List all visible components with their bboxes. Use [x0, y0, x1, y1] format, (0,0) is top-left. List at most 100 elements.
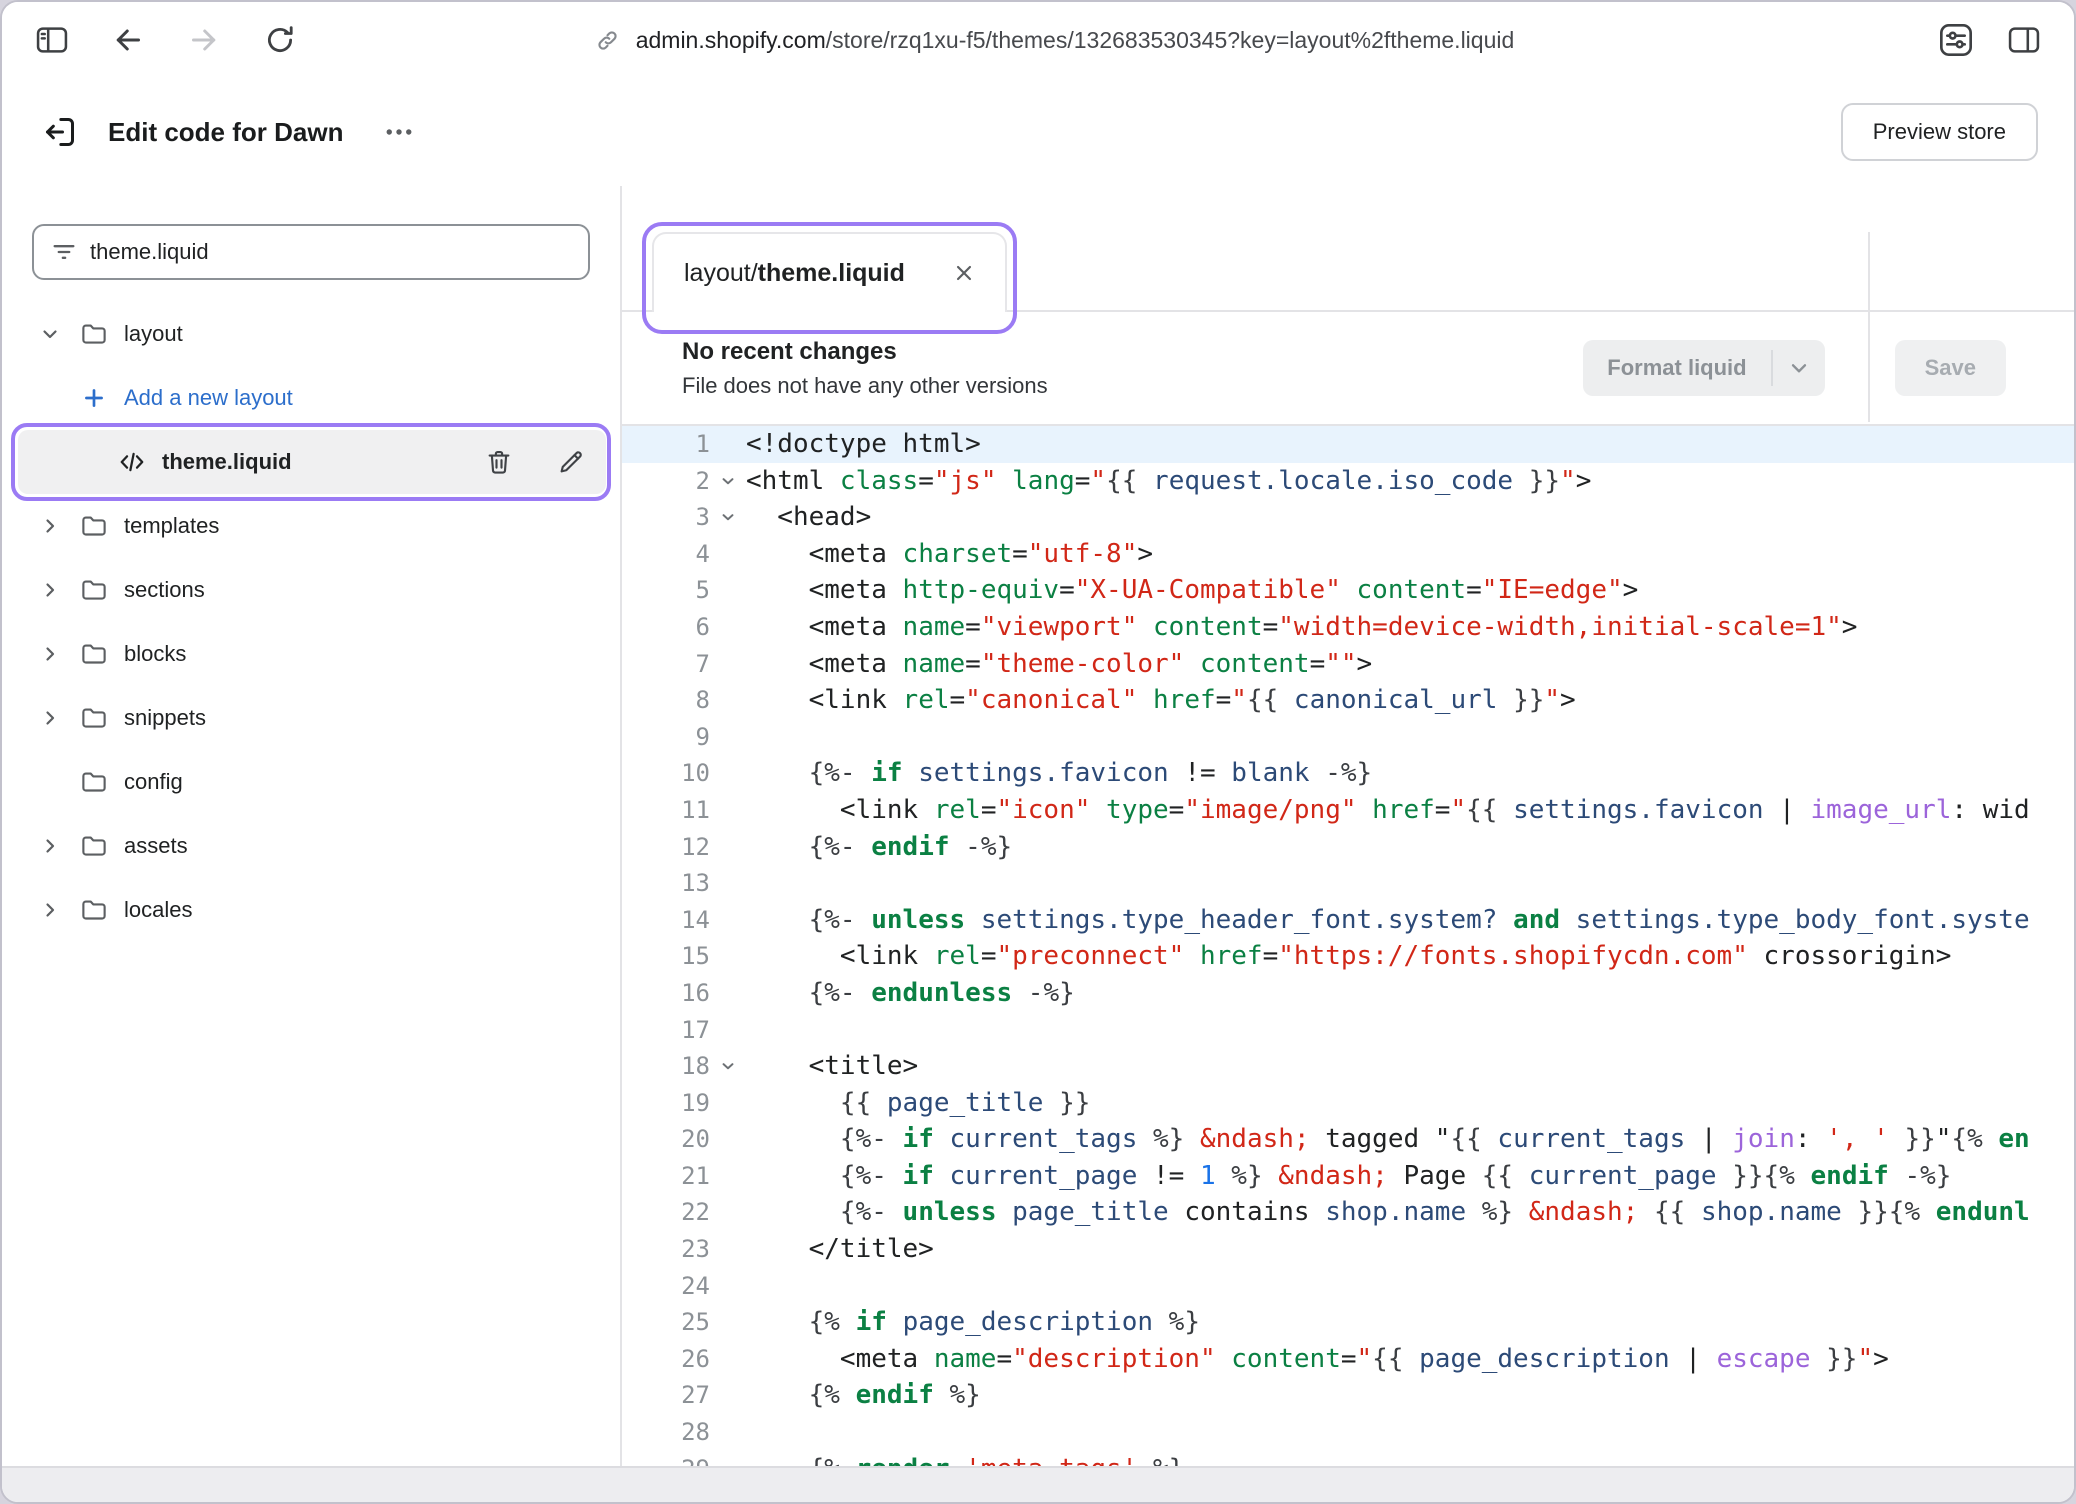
code-line-6[interactable]: 6 <meta name="viewport" content="width=d…	[622, 609, 2074, 646]
trash-icon[interactable]	[482, 447, 516, 477]
code-line-4[interactable]: 4 <meta charset="utf-8">	[622, 536, 2074, 573]
chevron-right-icon[interactable]	[36, 514, 64, 538]
fold-spacer	[710, 426, 746, 463]
code-line-5[interactable]: 5 <meta http-equiv="X-UA-Compatible" con…	[622, 572, 2074, 609]
tab-layout-theme-liquid[interactable]: layout/theme.liquid	[652, 232, 1007, 312]
chevron-down-icon[interactable]	[1773, 340, 1825, 396]
tree-item-label: templates	[124, 513, 219, 539]
line-number: 11	[622, 792, 710, 829]
code-icon	[116, 447, 148, 477]
code-text: <meta name="viewport" content="width=dev…	[746, 609, 2074, 646]
code-line-13[interactable]: 13	[622, 865, 2074, 902]
line-number: 17	[622, 1012, 710, 1049]
folder-item-sections[interactable]: sections	[2, 558, 620, 622]
exit-editor-icon[interactable]	[38, 110, 82, 154]
code-line-22[interactable]: 22 {%- unless page_title contains shop.n…	[622, 1194, 2074, 1231]
code-line-19[interactable]: 19 {{ page_title }}	[622, 1085, 2074, 1122]
code-line-25[interactable]: 25 {% if page_description %}	[622, 1304, 2074, 1341]
line-number: 4	[622, 536, 710, 573]
action-add-a-new-layout[interactable]: Add a new layout	[2, 366, 620, 430]
code-text: {%- if current_page != 1 %} &ndash; Page…	[746, 1158, 2074, 1195]
folder-item-locales[interactable]: locales	[2, 878, 620, 942]
extensions-settings-icon[interactable]	[1934, 18, 1978, 62]
chevron-right-icon[interactable]	[36, 578, 64, 602]
code-line-3[interactable]: 3 <head>	[622, 499, 2074, 536]
line-number: 2	[622, 463, 710, 500]
code-line-11[interactable]: 11 <link rel="icon" type="image/png" hre…	[622, 792, 2074, 829]
code-text: <meta charset="utf-8">	[746, 536, 2074, 573]
code-line-27[interactable]: 27 {% endif %}	[622, 1377, 2074, 1414]
line-number: 19	[622, 1085, 710, 1122]
code-line-7[interactable]: 7 <meta name="theme-color" content="">	[622, 646, 2074, 683]
url-text: admin.shopify.com/store/rzq1xu-f5/themes…	[636, 27, 1515, 54]
preview-store-button[interactable]: Preview store	[1841, 103, 2038, 161]
format-liquid-label: Format liquid	[1583, 340, 1770, 396]
split-view-icon[interactable]	[2002, 18, 2046, 62]
code-line-28[interactable]: 28	[622, 1414, 2074, 1451]
chevron-right-icon[interactable]	[36, 834, 64, 858]
version-status: No recent changes File does not have any…	[682, 338, 1048, 399]
more-actions-icon[interactable]	[377, 110, 421, 154]
code-line-12[interactable]: 12 {%- endif -%}	[622, 829, 2074, 866]
chevron-right-icon[interactable]	[36, 642, 64, 666]
line-number: 14	[622, 902, 710, 939]
tab-label-file: theme.liquid	[758, 259, 905, 287]
code-line-14[interactable]: 14 {%- unless settings.type_header_font.…	[622, 902, 2074, 939]
folder-item-blocks[interactable]: blocks	[2, 622, 620, 686]
code-text: {%- if current_tags %} &ndash; tagged "{…	[746, 1121, 2074, 1158]
code-line-24[interactable]: 24	[622, 1268, 2074, 1305]
annotation-ring-sidebar	[11, 423, 611, 501]
code-line-17[interactable]: 17	[622, 1012, 2074, 1049]
code-line-2[interactable]: 2<html class="js" lang="{{ request.local…	[622, 463, 2074, 500]
sidebar-toggle-icon[interactable]	[30, 18, 74, 62]
address-bar[interactable]: admin.shopify.com/store/rzq1xu-f5/themes…	[302, 24, 1934, 56]
folder-icon	[78, 767, 110, 797]
pencil-icon[interactable]	[554, 447, 588, 477]
code-line-18[interactable]: 18 <title>	[622, 1048, 2074, 1085]
code-text: <meta name="theme-color" content="">	[746, 646, 2074, 683]
code-line-29[interactable]: 29 {% render 'meta-tags' %}	[622, 1451, 2074, 1466]
code-line-20[interactable]: 20 {%- if current_tags %} &ndash; tagged…	[622, 1121, 2074, 1158]
close-icon[interactable]	[949, 258, 979, 288]
folder-item-templates[interactable]: templates	[2, 494, 620, 558]
fold-chevron-icon[interactable]	[710, 499, 746, 536]
tree-item-label: Add a new layout	[124, 385, 293, 411]
tree-item-label: locales	[124, 897, 192, 923]
code-line-15[interactable]: 15 <link rel="preconnect" href="https://…	[622, 938, 2074, 975]
file-search-box[interactable]	[32, 224, 590, 280]
fold-spacer	[710, 865, 746, 902]
line-number: 3	[622, 499, 710, 536]
file-item-theme-liquid[interactable]: theme.liquid	[18, 430, 606, 494]
folder-item-snippets[interactable]: snippets	[2, 686, 620, 750]
fold-spacer	[710, 682, 746, 719]
code-line-9[interactable]: 9	[622, 719, 2074, 756]
chevron-down-icon[interactable]	[36, 322, 64, 346]
fold-chevron-icon[interactable]	[710, 1048, 746, 1085]
format-liquid-button[interactable]: Format liquid	[1583, 340, 1824, 396]
file-sidebar: layout Add a new layout theme.liquid templa…	[2, 186, 622, 1466]
folder-icon	[78, 639, 110, 669]
code-line-23[interactable]: 23 </title>	[622, 1231, 2074, 1268]
file-search-input[interactable]	[90, 239, 572, 265]
code-line-1[interactable]: 1<!doctype html>	[622, 426, 2074, 463]
code-editor[interactable]: 1<!doctype html>2<html class="js" lang="…	[622, 426, 2074, 1466]
save-button[interactable]: Save	[1895, 340, 2006, 396]
code-line-10[interactable]: 10 {%- if settings.favicon != blank -%}	[622, 755, 2074, 792]
folder-item-layout[interactable]: layout	[2, 302, 620, 366]
code-line-16[interactable]: 16 {%- endunless -%}	[622, 975, 2074, 1012]
reload-icon[interactable]	[258, 18, 302, 62]
tree-item-label: layout	[124, 321, 183, 347]
fold-chevron-icon[interactable]	[710, 463, 746, 500]
code-line-21[interactable]: 21 {%- if current_page != 1 %} &ndash; P…	[622, 1158, 2074, 1195]
code-line-8[interactable]: 8 <link rel="canonical" href="{{ canonic…	[622, 682, 2074, 719]
back-icon[interactable]	[106, 18, 150, 62]
code-line-26[interactable]: 26 <meta name="description" content="{{ …	[622, 1341, 2074, 1378]
fold-spacer	[710, 646, 746, 683]
chevron-right-icon[interactable]	[36, 898, 64, 922]
folder-icon	[78, 831, 110, 861]
chevron-right-icon[interactable]	[36, 706, 64, 730]
line-number: 13	[622, 865, 710, 902]
tab-label: layout/theme.liquid	[684, 259, 905, 288]
folder-item-assets[interactable]: assets	[2, 814, 620, 878]
folder-item-config[interactable]: config	[2, 750, 620, 814]
